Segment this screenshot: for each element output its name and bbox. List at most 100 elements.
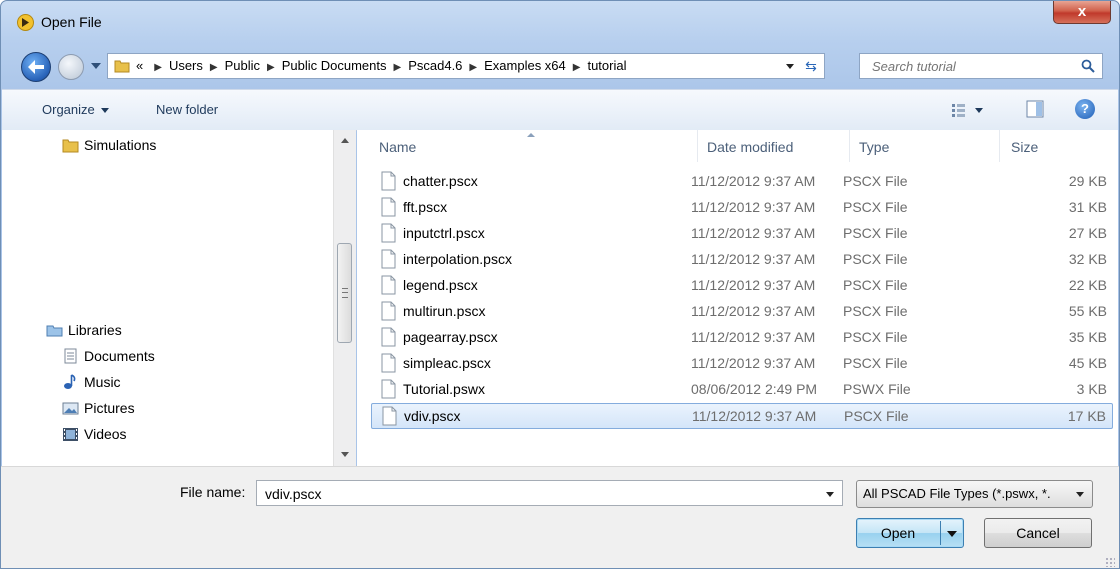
help-icon[interactable]: ? [1075, 99, 1095, 119]
back-button[interactable] [21, 52, 51, 82]
chevron-down-icon [1076, 492, 1084, 497]
filename-field[interactable] [256, 480, 843, 506]
filename-input[interactable] [263, 485, 807, 503]
address-bar[interactable]: « ▶ Users ▶ Public ▶ Public Documents ▶ Pscad4.6… [107, 53, 825, 79]
navigation-bar: « ▶ Users ▶ Public ▶ Public Documents ▶ Pscad4.6… [1, 43, 1119, 87]
open-options-chevron-icon[interactable] [947, 531, 957, 537]
file-size: 17 KB [1067, 408, 1106, 424]
scroll-down-icon[interactable] [341, 452, 349, 457]
file-type: PSCX File [843, 277, 908, 293]
search-box[interactable] [859, 53, 1103, 79]
file-date: 11/12/2012 9:37 AM [691, 173, 816, 189]
file-row[interactable]: legend.pscx 11/12/2012 9:37 AM PSCX File 22… [371, 273, 1113, 299]
file-size: 45 KB [1068, 355, 1107, 371]
search-icon[interactable] [1081, 59, 1095, 73]
change-view-icon[interactable] [950, 100, 990, 120]
filename-label: File name: [180, 484, 246, 500]
navigation-scrollbar[interactable] [333, 130, 356, 466]
file-name: interpolation.pscx [403, 251, 512, 267]
breadcrumb-item[interactable]: Public Documents [282, 58, 387, 73]
refresh-icon[interactable]: ⇆ [802, 57, 820, 75]
file-size: 55 KB [1068, 303, 1107, 319]
preview-pane-icon[interactable] [1026, 100, 1044, 118]
file-size: 22 KB [1068, 277, 1107, 293]
resize-grip-icon[interactable] [1105, 557, 1115, 567]
breadcrumb-separator-icon[interactable]: ▶ [154, 62, 162, 73]
sidebar-item-label: Videos [84, 426, 127, 442]
file-row[interactable]: multirun.pscx 11/12/2012 9:37 AM PSCX File… [371, 299, 1113, 325]
breadcrumb-separator-icon[interactable]: ▶ [267, 62, 275, 73]
file-icon [381, 249, 396, 269]
sidebar-item-label: Simulations [84, 137, 157, 153]
libraries-icon [46, 325, 63, 337]
file-date: 11/12/2012 9:37 AM [691, 355, 816, 371]
column-header-size[interactable]: Size [999, 130, 1118, 162]
file-row[interactable]: inputctrl.pscx 11/12/2012 9:37 AM PSCX Fil… [371, 221, 1113, 247]
forward-button[interactable] [58, 54, 84, 80]
file-icon [381, 223, 396, 243]
sidebar-item-label: Libraries [68, 322, 122, 338]
file-row[interactable]: chatter.pscx 11/12/2012 9:37 AM PSCX File 2… [371, 169, 1113, 195]
file-name: legend.pscx [403, 277, 478, 293]
breadcrumb-item[interactable]: Pscad4.6 [408, 58, 462, 73]
file-icon [381, 275, 396, 295]
file-row[interactable]: fft.pscx 11/12/2012 9:37 AM PSCX File 31 KB [371, 195, 1113, 221]
breadcrumb-separator-icon[interactable]: ▶ [394, 62, 402, 73]
breadcrumb-item[interactable]: Public [225, 58, 260, 73]
close-button[interactable]: x [1053, 1, 1111, 24]
file-row[interactable]: Tutorial.pswx 08/06/2012 2:49 PM PSWX File… [371, 377, 1113, 403]
cancel-button[interactable]: Cancel [984, 518, 1092, 548]
file-type-filter-label: All PSCAD File Types (*.pswx, *. [863, 486, 1051, 501]
file-type: PSCX File [844, 408, 909, 424]
column-header-type[interactable]: Type [849, 130, 999, 162]
file-date: 11/12/2012 9:37 AM [691, 199, 816, 215]
file-date: 08/06/2012 2:49 PM [691, 381, 818, 397]
breadcrumb-overflow[interactable]: « [136, 58, 143, 73]
column-header-date[interactable]: Date modified [697, 130, 849, 162]
breadcrumb-separator-icon[interactable]: ▶ [573, 62, 581, 73]
grip-icon [342, 288, 348, 298]
file-type-filter[interactable]: All PSCAD File Types (*.pswx, *. [856, 480, 1093, 508]
recent-locations-chevron-icon[interactable] [91, 63, 101, 69]
organize-button[interactable]: Organize [42, 102, 109, 117]
file-name: simpleac.pscx [403, 355, 491, 371]
file-name: pagearray.pscx [403, 329, 498, 345]
column-header-name[interactable]: Name [357, 130, 697, 162]
breadcrumb: « ▶ Users ▶ Public ▶ Public Documents ▶ Pscad4.6… [136, 58, 627, 73]
document-icon [64, 348, 77, 364]
file-list: Name Date modified Type Size chatter.psc… [357, 130, 1118, 466]
dialog-footer: File name: All PSCAD File Types (*.pswx,… [1, 466, 1119, 568]
file-name: Tutorial.pswx [403, 381, 485, 397]
pscad-app-icon [17, 14, 34, 31]
file-date: 11/12/2012 9:37 AM [691, 225, 816, 241]
file-row[interactable]: pagearray.pscx 11/12/2012 9:37 AM PSCX Fil… [371, 325, 1113, 351]
address-dropdown-icon[interactable] [786, 64, 794, 69]
breadcrumb-item[interactable]: tutorial [587, 58, 626, 73]
file-type: PSCX File [843, 329, 908, 345]
videos-icon [63, 428, 78, 441]
breadcrumb-item[interactable]: Examples x64 [484, 58, 566, 73]
file-size: 35 KB [1068, 329, 1107, 345]
file-row[interactable]: vdiv.pscx 11/12/2012 9:37 AM PSCX File 17 K… [371, 403, 1113, 429]
chevron-down-icon[interactable] [826, 492, 834, 497]
scrollbar-thumb[interactable] [337, 243, 352, 343]
new-folder-button[interactable]: New folder [156, 102, 218, 117]
file-name: fft.pscx [403, 199, 448, 215]
sidebar-item-label: Pictures [84, 400, 135, 416]
file-row[interactable]: interpolation.pscx 11/12/2012 9:37 AM PSCX… [371, 247, 1113, 273]
file-name: vdiv.pscx [404, 408, 461, 424]
back-arrow-icon [28, 60, 44, 74]
file-icon [381, 301, 396, 321]
breadcrumb-item[interactable]: Users [169, 58, 203, 73]
open-button[interactable]: Open [856, 518, 964, 548]
file-row[interactable]: simpleac.pscx 11/12/2012 9:37 AM PSCX File… [371, 351, 1113, 377]
breadcrumb-separator-icon[interactable]: ▶ [210, 62, 218, 73]
breadcrumb-separator-icon[interactable]: ▶ [469, 62, 477, 73]
file-icon [381, 197, 396, 217]
split-divider [940, 521, 941, 545]
file-date: 11/12/2012 9:37 AM [691, 251, 816, 267]
scroll-up-icon[interactable] [341, 138, 349, 143]
search-input[interactable] [870, 58, 1074, 75]
file-type: PSCX File [843, 225, 908, 241]
file-size: 31 KB [1068, 199, 1107, 215]
